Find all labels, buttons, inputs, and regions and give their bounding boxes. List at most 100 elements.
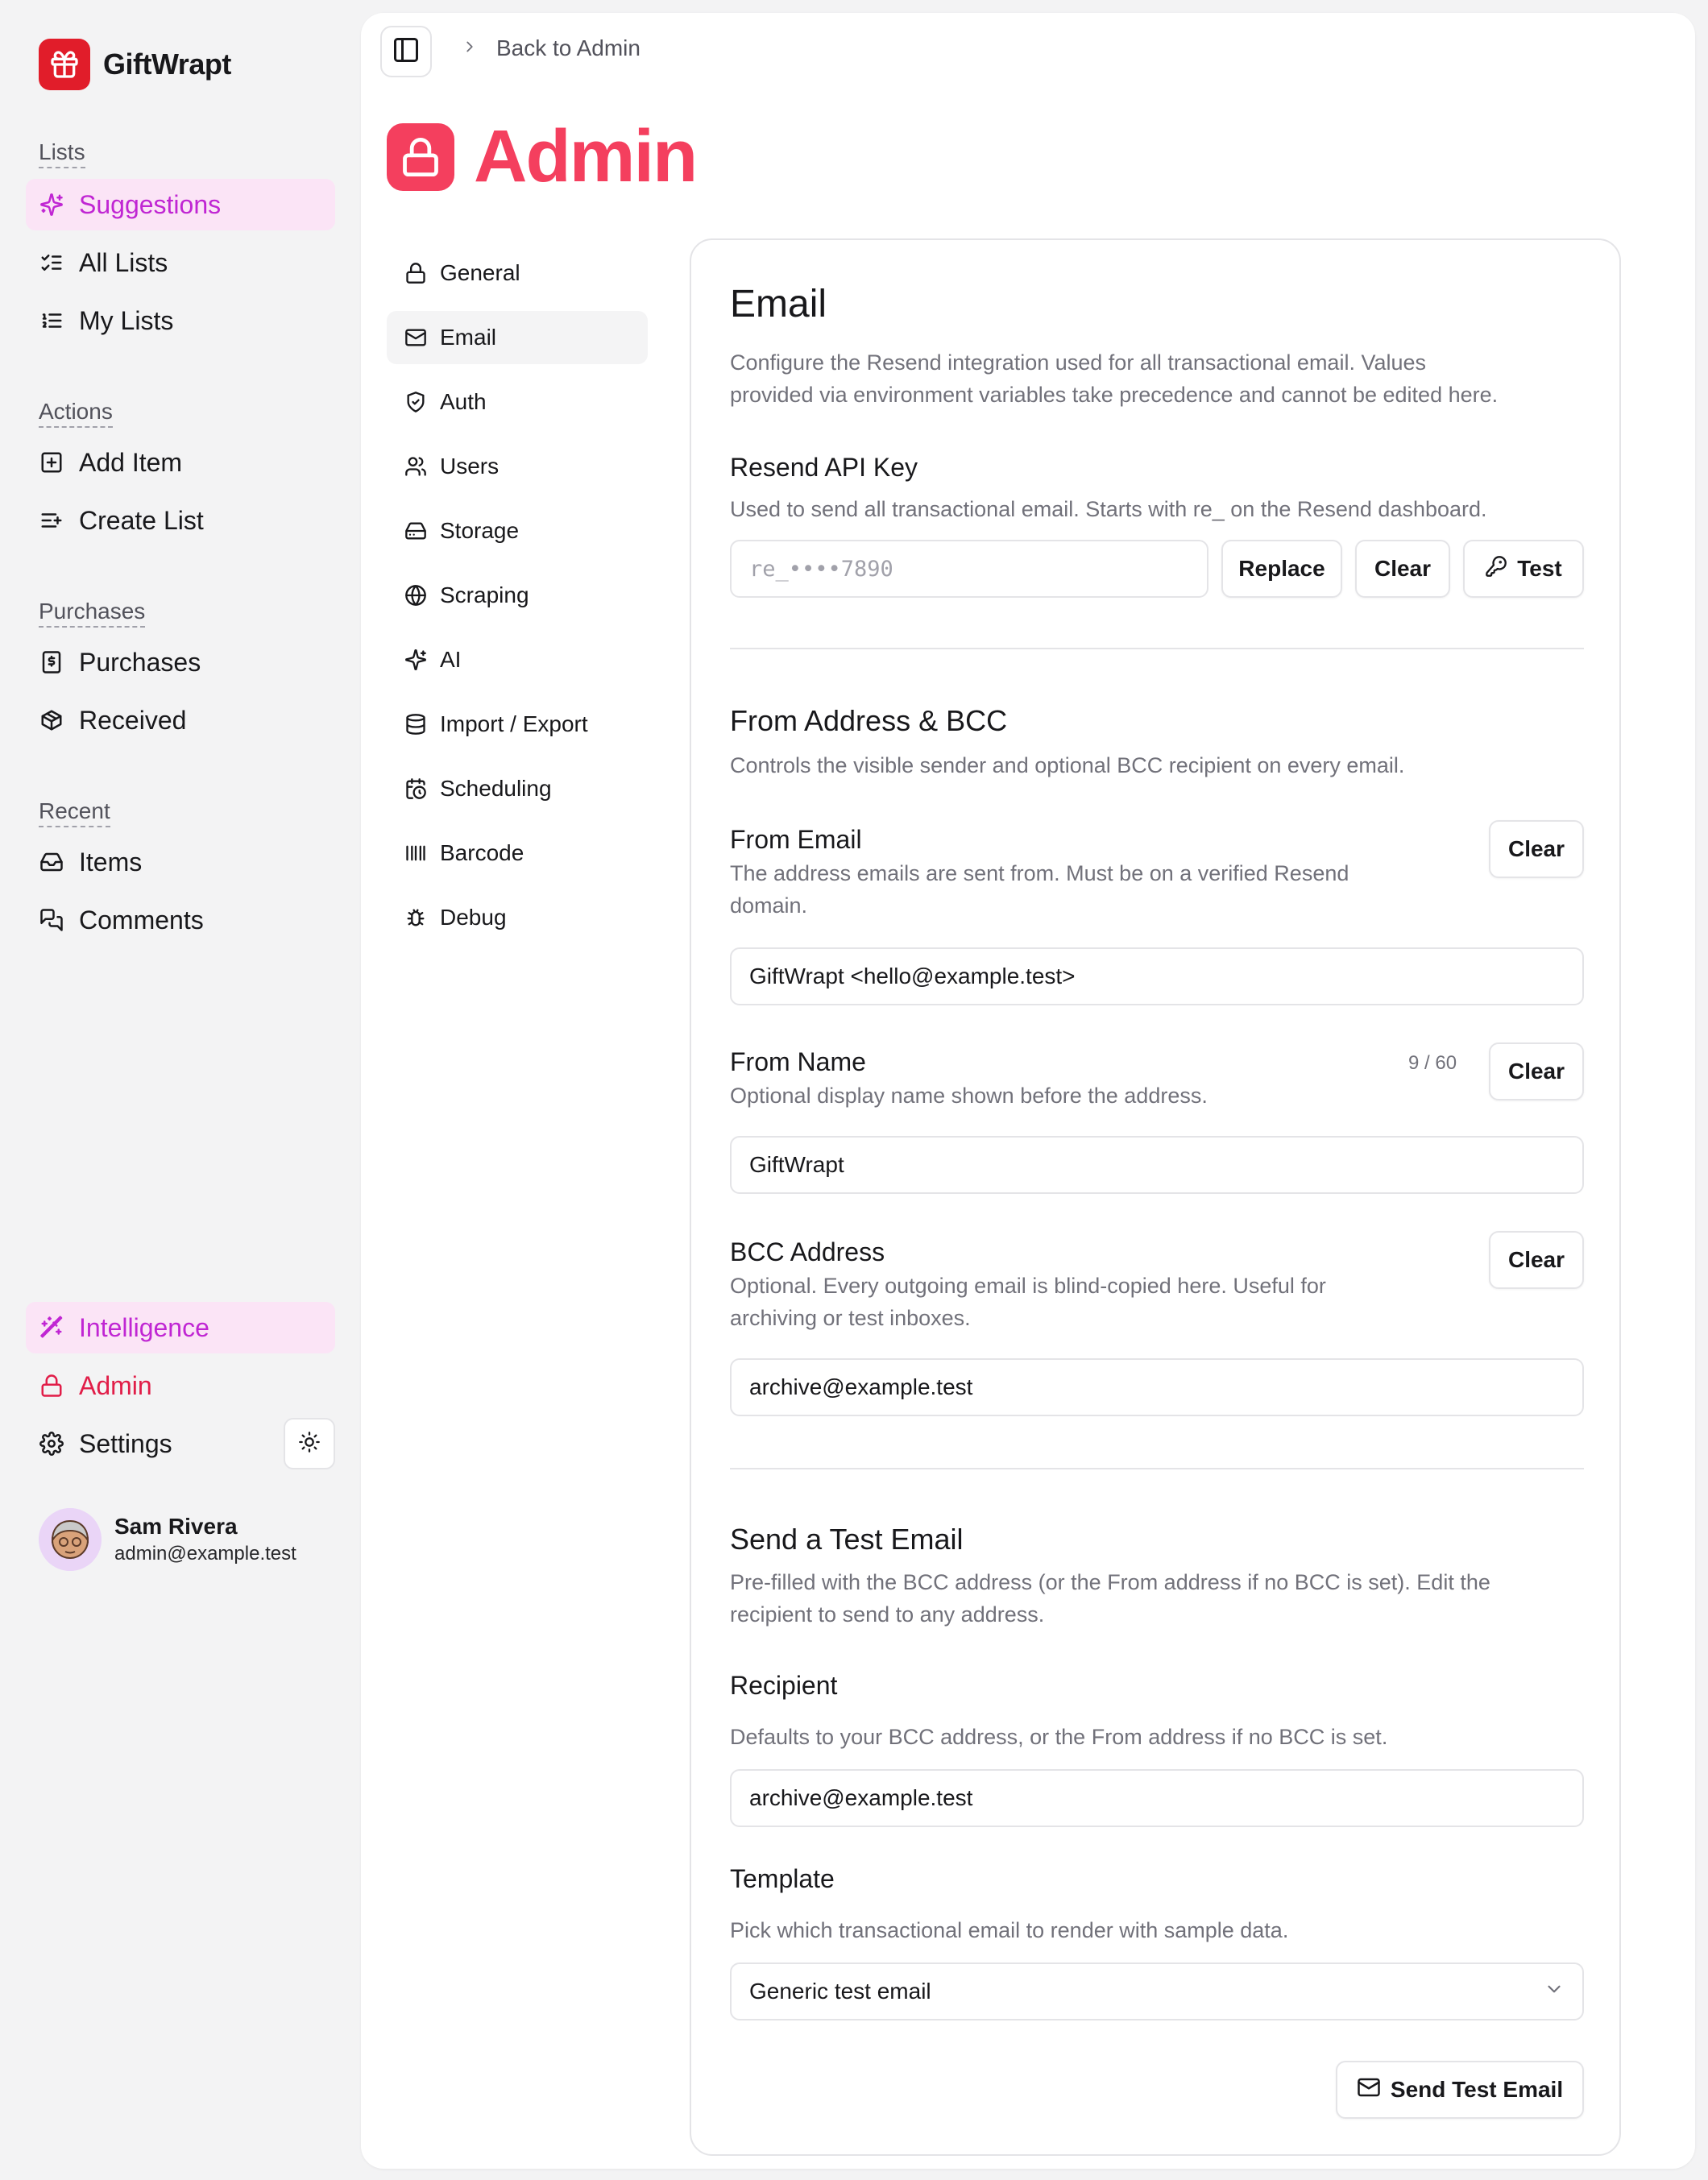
- tab-scheduling[interactable]: Scheduling: [387, 762, 648, 815]
- tab-label: Scraping: [440, 582, 529, 607]
- test-button[interactable]: Test: [1463, 540, 1584, 598]
- sparkles-icon: [403, 647, 429, 673]
- bcc-input[interactable]: archive@example.test: [730, 1358, 1584, 1416]
- tab-auth[interactable]: Auth: [387, 375, 648, 429]
- tab-ai[interactable]: AI: [387, 633, 648, 686]
- sidebar-item-label: My Lists: [79, 305, 174, 335]
- list-ordered-icon: [39, 308, 64, 334]
- tab-debug[interactable]: Debug: [387, 891, 648, 944]
- tab-import-export[interactable]: Import / Export: [387, 698, 648, 751]
- clear-from-email-button[interactable]: Clear: [1489, 820, 1584, 878]
- calendar-clock-icon: [403, 776, 429, 802]
- sidebar-item-my-lists[interactable]: My Lists: [26, 295, 335, 346]
- bcc-help: Optional. Every outgoing email is blind-…: [730, 1274, 1326, 1298]
- tab-label: Auth: [440, 389, 487, 414]
- sun-icon: [298, 1431, 321, 1457]
- tab-label: Debug: [440, 905, 507, 930]
- section-description: provided via environment variables take …: [730, 383, 1499, 407]
- clear-api-key-button[interactable]: Clear: [1355, 540, 1450, 598]
- lock-icon: [403, 260, 429, 286]
- sidebar: GiftWrapt Lists Suggestions All Lists My…: [0, 0, 354, 2180]
- receipt-icon: [39, 649, 64, 675]
- tab-label: Scheduling: [440, 776, 552, 801]
- sidebar-item-suggestions[interactable]: Suggestions: [26, 179, 335, 230]
- tab-label: Import / Export: [440, 711, 588, 736]
- recipient-input[interactable]: archive@example.test: [730, 1769, 1584, 1827]
- brand[interactable]: GiftWrapt: [39, 39, 231, 90]
- tab-scraping[interactable]: Scraping: [387, 569, 648, 622]
- globe-icon: [403, 582, 429, 608]
- template-select[interactable]: Generic test email: [730, 1962, 1584, 2020]
- admin-subnav: General Email Auth Users Storage Scrapin…: [387, 247, 648, 955]
- sidebar-item-comments[interactable]: Comments: [26, 894, 335, 946]
- bcc-label: BCC Address: [730, 1237, 885, 1266]
- sidebar-item-received[interactable]: Received: [26, 694, 335, 746]
- char-counter: 9 / 60: [1408, 1052, 1457, 1074]
- section-title: Email: [730, 283, 827, 325]
- back-to-admin-link[interactable]: Back to Admin: [496, 35, 640, 61]
- tab-users[interactable]: Users: [387, 440, 648, 493]
- sidebar-item-label: Received: [79, 705, 187, 735]
- test-email-description: recipient to send to any address.: [730, 1602, 1045, 1627]
- sidebar-item-label: Add Item: [79, 447, 183, 477]
- gift-icon: [39, 39, 90, 90]
- user-profile[interactable]: Sam Rivera admin@example.test: [39, 1508, 296, 1571]
- tab-label: General: [440, 260, 520, 285]
- sidebar-item-purchases[interactable]: Purchases: [26, 636, 335, 688]
- test-email-description: Pre-filled with the BCC address (or the …: [730, 1570, 1490, 1594]
- test-email-title: Send a Test Email: [730, 1523, 964, 1556]
- mail-icon: [1357, 2075, 1381, 2105]
- from-bcc-title: From Address & BCC: [730, 704, 1008, 737]
- sidebar-item-items[interactable]: Items: [26, 836, 335, 888]
- from-email-input[interactable]: GiftWrapt <hello@example.test>: [730, 947, 1584, 1005]
- key-icon: [1485, 555, 1507, 583]
- sidebar-item-label: Items: [79, 847, 143, 877]
- sidebar-item-settings[interactable]: Settings: [26, 1418, 267, 1469]
- tab-label: Barcode: [440, 840, 524, 865]
- api-key-input[interactable]: re_••••7890: [730, 540, 1208, 598]
- sparkles-icon: [39, 192, 64, 218]
- clear-from-name-button[interactable]: Clear: [1489, 1042, 1584, 1100]
- sidebar-item-create-list[interactable]: Create List: [26, 495, 335, 546]
- from-bcc-description: Controls the visible sender and optional…: [730, 753, 1405, 777]
- theme-toggle-button[interactable]: [284, 1418, 335, 1469]
- from-email-help: domain.: [730, 893, 808, 918]
- sidebar-item-intelligence[interactable]: Intelligence: [26, 1302, 335, 1353]
- database-icon: [403, 711, 429, 737]
- page-title: Admin: [387, 114, 698, 199]
- sidebar-item-add-item[interactable]: Add Item: [26, 437, 335, 488]
- sidebar-toggle-button[interactable]: [380, 26, 432, 77]
- section-label-purchases: Purchases: [39, 599, 146, 628]
- tab-storage[interactable]: Storage: [387, 504, 648, 557]
- page-title-text: Admin: [474, 115, 698, 197]
- inbox-icon: [39, 849, 64, 875]
- tab-label: Users: [440, 454, 500, 479]
- sidebar-item-label: All Lists: [79, 247, 168, 277]
- from-name-label: From Name: [730, 1047, 866, 1076]
- panel-left-icon: [392, 35, 421, 68]
- from-name-input[interactable]: GiftWrapt: [730, 1136, 1584, 1194]
- sidebar-item-all-lists[interactable]: All Lists: [26, 237, 335, 288]
- section-label-actions: Actions: [39, 399, 113, 428]
- tab-general[interactable]: General: [387, 247, 648, 300]
- app-name: GiftWrapt: [103, 48, 231, 81]
- sidebar-item-label: Intelligence: [79, 1312, 209, 1342]
- clear-bcc-button[interactable]: Clear: [1489, 1231, 1584, 1289]
- chevron-down-icon: [1544, 1979, 1565, 2005]
- tab-email[interactable]: Email: [387, 311, 648, 364]
- section-label-recent: Recent: [39, 798, 110, 827]
- wand-icon: [39, 1315, 64, 1341]
- tab-barcode[interactable]: Barcode: [387, 827, 648, 880]
- tab-label: Email: [440, 325, 497, 350]
- sidebar-item-label: Create List: [79, 505, 204, 535]
- replace-button[interactable]: Replace: [1221, 540, 1342, 598]
- sidebar-item-admin[interactable]: Admin: [26, 1360, 335, 1411]
- from-name-help: Optional display name shown before the a…: [730, 1084, 1208, 1108]
- gear-icon: [39, 1431, 64, 1457]
- list-checks-icon: [39, 250, 64, 276]
- send-test-email-button[interactable]: Send Test Email: [1336, 2061, 1584, 2119]
- from-email-label: From Email: [730, 825, 862, 854]
- divider: [730, 648, 1584, 649]
- barcode-icon: [403, 840, 429, 866]
- from-email-help: The address emails are sent from. Must b…: [730, 861, 1349, 885]
